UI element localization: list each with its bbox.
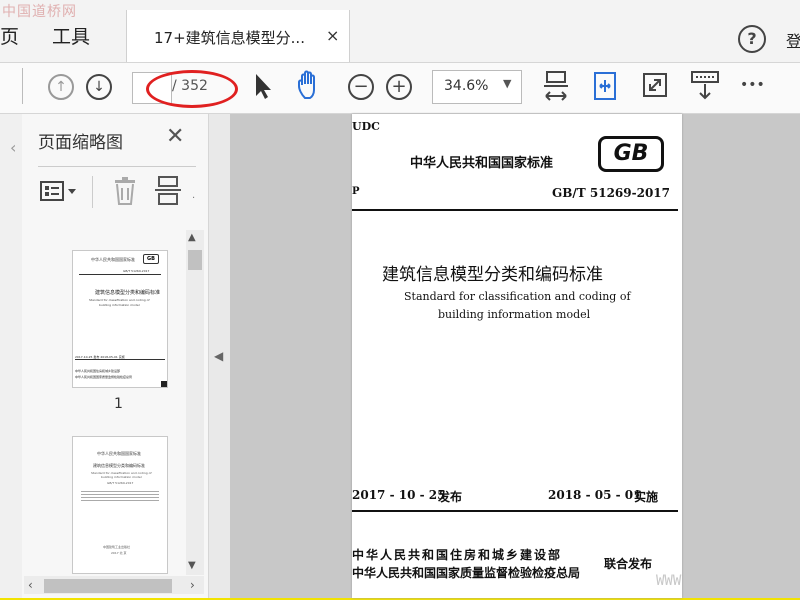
thumb2-body-lines	[81, 489, 159, 503]
zoom-in-icon[interactable]: +	[386, 74, 412, 100]
doc-bottom-rule	[352, 510, 678, 512]
doc-udc: UDC	[352, 120, 380, 133]
thumb1-code: GB/T 51269-2017	[123, 269, 150, 273]
read-mode-icon[interactable]	[690, 70, 720, 102]
doc-title-en-line1: Standard for classification and coding o…	[404, 290, 631, 303]
signin-partial[interactable]: 登	[786, 28, 800, 52]
pane-tool-divider	[92, 176, 93, 208]
watermark-bottom: WWW	[656, 573, 682, 589]
doc-effective-date: 2018 - 05 - 01	[548, 488, 642, 502]
extract-page-icon[interactable]	[154, 176, 182, 206]
thumb1-rule2	[75, 359, 165, 360]
thumbnail-page-number: 1	[114, 396, 123, 412]
scroll-right-icon[interactable]: ›	[190, 578, 195, 592]
hand-tool-icon[interactable]	[296, 70, 326, 102]
full-screen-icon[interactable]	[642, 72, 668, 100]
thumb2-publisher: 中国建筑工业出版社	[103, 545, 131, 549]
menu-bar	[0, 0, 800, 63]
tab-close-icon[interactable]: ×	[326, 26, 339, 45]
thumb2-code: GB/T 51269-2017	[107, 481, 134, 485]
thumb1-gb-logo: GB	[143, 254, 159, 264]
select-cursor-icon[interactable]	[252, 72, 274, 100]
scroll-left-icon[interactable]: ‹	[28, 578, 33, 592]
thumb1-header: 中华人民共和国国家标准	[91, 257, 135, 262]
doc-issuer-1: 中华人民共和国住房和城乡建设部	[352, 548, 563, 562]
doc-gb-logo: GB	[598, 136, 664, 172]
thumbnail-page-1[interactable]: 中华人民共和国国家标准 GB GB/T 51269-2017 建筑信息模型分类和…	[72, 250, 168, 388]
doc-top-rule	[352, 209, 678, 211]
doc-code: GB/T 51269-2017	[552, 186, 671, 200]
doc-issue-label: 发布	[438, 490, 463, 504]
thumb2-header: 中华人民共和国国家标准	[97, 451, 141, 456]
thumb1-issuer1: 中华人民共和国住房和城乡建设部	[75, 369, 121, 373]
doc-effective-label: 实施	[634, 490, 659, 504]
collapse-pane-icon[interactable]: ◀	[214, 349, 223, 363]
thumb1-corner-mark	[161, 381, 167, 387]
delete-page-icon[interactable]	[112, 176, 138, 206]
more-icon[interactable]: •••	[740, 77, 765, 93]
zoom-out-icon[interactable]: −	[348, 74, 374, 100]
pane-close-icon[interactable]: ✕	[166, 124, 184, 149]
watermark-top: 中国道桥网	[2, 4, 77, 20]
zoom-value: 34.6%	[444, 78, 489, 94]
thumb1-title: 建筑信息模型分类和编码标准	[95, 290, 161, 296]
document-tab-label: 17+建筑信息模型分...	[154, 29, 305, 47]
zoom-dropdown-icon[interactable]: ▼	[503, 77, 511, 90]
thumb1-en1: Standard for classification and coding o…	[89, 298, 150, 302]
thumb2-year: 2017 北 京	[111, 551, 127, 555]
doc-standard-header: 中华人民共和国国家标准	[410, 156, 554, 171]
thumb1-rule	[79, 274, 161, 275]
doc-p-mark: P	[352, 186, 360, 197]
thumb1-issuer2: 中华人民共和国国家质量监督检验检疫总局	[75, 375, 133, 379]
next-page-icon[interactable]: ↓	[86, 74, 112, 100]
doc-title-cn: 建筑信息模型分类和编码标准	[382, 265, 603, 285]
vertical-scroll-thumb[interactable]	[188, 250, 202, 270]
strip-arrow-icon[interactable]: ‹	[10, 138, 16, 157]
doc-issue-date: 2017 - 10 - 25	[352, 488, 446, 502]
thumb1-en2: building information model	[99, 303, 140, 307]
thumbnail-vertical-scrollbar[interactable]	[186, 230, 204, 575]
pane-overflow-icon[interactable]: .	[192, 190, 195, 201]
scroll-down-icon[interactable]: ▼	[188, 560, 196, 571]
thumbnail-page-2[interactable]: 中华人民共和国国家标准 建筑信息模型分类和编码标准 Standard for c…	[72, 436, 168, 574]
fit-page-icon[interactable]	[542, 70, 570, 102]
fit-width-icon[interactable]	[592, 70, 618, 102]
left-nav-strip	[0, 114, 23, 598]
thumb2-en2: building information model	[101, 475, 142, 479]
thumb2-title: 建筑信息模型分类和编码标准	[93, 463, 145, 468]
toolbar-divider	[22, 68, 23, 104]
horizontal-scroll-thumb[interactable]	[44, 579, 172, 593]
doc-issuer-2: 中华人民共和国国家质量监督检验检疫总局	[352, 566, 581, 580]
red-annotation-ellipse	[146, 70, 238, 108]
doc-joint-release: 联合发布	[604, 557, 653, 571]
pane-divider	[38, 166, 196, 167]
menu-home-partial[interactable]: 页	[0, 22, 19, 49]
pane-title: 页面缩略图	[38, 133, 123, 153]
scroll-up-icon[interactable]: ▲	[188, 232, 196, 243]
prev-page-icon[interactable]: ↑	[48, 74, 74, 100]
menu-tools[interactable]: 工具	[52, 22, 90, 49]
document-page: UDC 中华人民共和国国家标准 GB P GB/T 51269-2017 建筑信…	[352, 114, 682, 598]
help-icon[interactable]: ?	[738, 25, 766, 53]
thumbnail-options-icon[interactable]	[40, 180, 78, 204]
doc-title-en-line2: building information model	[438, 308, 591, 321]
